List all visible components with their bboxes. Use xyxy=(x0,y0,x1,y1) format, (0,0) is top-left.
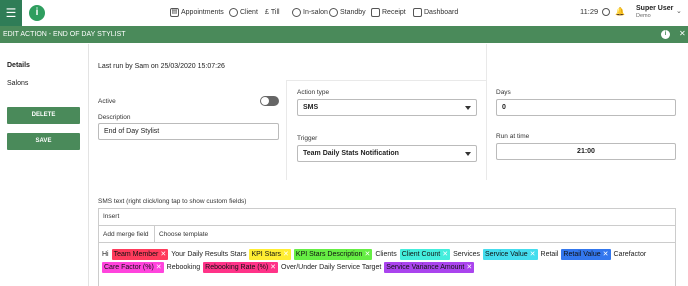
sms-text: Over/Under Daily Service Target xyxy=(281,264,382,271)
remove-field-icon[interactable]: ✕ xyxy=(603,249,609,260)
sidebar-item-salons[interactable]: Salons xyxy=(7,80,28,87)
divider xyxy=(486,44,487,180)
sidebar-divider xyxy=(88,44,89,286)
sms-text-token: Clients xyxy=(375,249,396,260)
calendar-icon: ▤ xyxy=(170,7,179,17)
info-icon[interactable]: i xyxy=(661,30,670,39)
days-input[interactable]: 0 xyxy=(496,99,676,116)
toolbar-divider xyxy=(154,226,155,243)
choose-template-button[interactable]: Choose template xyxy=(159,226,208,243)
merge-field-chip[interactable]: Care Factor (%) ✕ xyxy=(102,262,164,273)
divider xyxy=(286,80,287,180)
timer-icon xyxy=(329,7,338,17)
hamburger-menu-icon[interactable]: ☰ xyxy=(0,0,22,26)
printer-icon xyxy=(371,7,380,17)
merge-field-label: KPI Stars xyxy=(251,251,282,258)
run-at-input[interactable]: 21:00 xyxy=(496,143,676,160)
hand-icon xyxy=(292,7,301,17)
sms-text-token: Over/Under Daily Service Target xyxy=(281,262,381,273)
active-label: Active xyxy=(98,98,116,105)
caret-down-icon xyxy=(465,152,471,156)
clock: 11:29 xyxy=(580,7,599,16)
sms-text-label: SMS text (right click/long tap to show c… xyxy=(98,198,247,205)
action-type-label: Action type xyxy=(297,89,330,96)
app-logo[interactable]: i xyxy=(29,5,45,21)
sms-text-token: Carefactor xyxy=(614,249,647,260)
days-label: Days xyxy=(496,89,511,96)
merge-field-chip[interactable]: Client Count ✕ xyxy=(399,249,451,260)
save-button[interactable]: SAVE xyxy=(7,133,80,150)
trigger-select[interactable]: Team Daily Stats Notification xyxy=(297,145,477,162)
remove-field-icon[interactable]: ✕ xyxy=(466,262,472,273)
page-title: EDIT ACTION - END OF DAY STYLIST xyxy=(3,31,126,38)
sms-text: Clients xyxy=(375,251,397,258)
person-icon xyxy=(229,7,238,17)
trigger-label: Trigger xyxy=(297,135,318,142)
merge-field-chip[interactable]: Service Value ✕ xyxy=(482,249,538,260)
remove-field-icon[interactable]: ✕ xyxy=(156,262,162,273)
sms-text-token: Services xyxy=(453,249,480,260)
sms-text: Your Daily Results Stars xyxy=(171,251,247,258)
nav-dashboard[interactable]: Dashboard xyxy=(413,7,458,19)
close-icon[interactable]: ✕ xyxy=(679,29,686,38)
merge-field-chip[interactable]: Team Member ✕ xyxy=(111,249,169,260)
editor-menu-row xyxy=(99,209,675,226)
nav-receipt[interactable]: Receipt xyxy=(371,7,406,19)
chevron-down-icon[interactable]: ⌄ xyxy=(676,7,682,15)
action-type-select[interactable]: SMS xyxy=(297,99,477,116)
merge-field-label: Client Count xyxy=(401,251,441,258)
merge-field-label: Rebooking Rate (%) xyxy=(205,264,269,271)
nav-client[interactable]: Client xyxy=(229,7,258,19)
merge-field-label: Retail Value xyxy=(563,251,601,258)
pound-icon: £ xyxy=(265,9,269,16)
timer-status-icon[interactable] xyxy=(602,8,610,16)
toggle-knob xyxy=(261,97,269,105)
add-merge-field-button[interactable]: Add merge field xyxy=(103,226,149,243)
sms-text: Retail xyxy=(540,251,559,258)
remove-field-icon[interactable]: ✕ xyxy=(160,249,166,260)
merge-field-chip[interactable]: KPI Stars Description ✕ xyxy=(293,249,373,260)
nav-standby[interactable]: Standby xyxy=(329,7,366,19)
merge-field-chip[interactable]: Retail Value ✕ xyxy=(561,249,611,260)
nav-appointments[interactable]: ▤ Appointments xyxy=(170,7,224,19)
merge-field-chip[interactable]: KPI Stars ✕ xyxy=(249,249,291,260)
caret-down-icon xyxy=(465,106,471,110)
description-label: Description xyxy=(98,114,131,121)
user-subtitle: Demo xyxy=(636,13,651,19)
remove-field-icon[interactable]: ✕ xyxy=(530,249,536,260)
nav-in-salon[interactable]: In-salon xyxy=(292,7,328,19)
bell-icon[interactable]: 🔔 xyxy=(615,7,625,16)
user-name[interactable]: Super User xyxy=(636,5,673,12)
sms-text-token: Hi xyxy=(102,249,109,260)
remove-field-icon[interactable]: ✕ xyxy=(442,249,448,260)
sms-text-token: Retail xyxy=(541,249,559,260)
nav-till[interactable]: £ Till xyxy=(265,7,280,19)
last-run-text: Last run by Sam on 25/03/2020 15:07:26 xyxy=(98,63,225,70)
divider xyxy=(286,80,486,81)
sms-text-token: Your Daily Results Stars xyxy=(171,249,246,260)
sidebar-item-details[interactable]: Details xyxy=(7,62,30,69)
remove-field-icon[interactable]: ✕ xyxy=(283,249,289,260)
insert-menu[interactable]: Insert xyxy=(103,213,119,220)
sms-text: Services xyxy=(453,251,480,258)
merge-field-label: Team Member xyxy=(113,251,159,258)
active-toggle[interactable] xyxy=(260,96,279,106)
dashboard-icon xyxy=(413,7,422,17)
sms-text: Rebooking xyxy=(166,264,201,271)
sms-text: Hi xyxy=(102,251,109,258)
sms-text: Carefactor xyxy=(613,251,647,258)
merge-field-label: KPI Stars Description xyxy=(295,251,363,258)
remove-field-icon[interactable]: ✕ xyxy=(270,262,276,273)
remove-field-icon[interactable]: ✕ xyxy=(364,249,370,260)
merge-field-chip[interactable]: Service Variance Amount ✕ xyxy=(384,262,475,273)
merge-field-chip[interactable]: Rebooking Rate (%) ✕ xyxy=(203,262,279,273)
merge-field-label: Service Value xyxy=(484,251,528,258)
sms-text-token: Rebooking xyxy=(167,262,200,273)
description-input[interactable]: End of Day Stylist xyxy=(98,123,279,140)
merge-field-label: Service Variance Amount xyxy=(386,264,465,271)
run-at-label: Run at time xyxy=(496,133,530,140)
delete-button[interactable]: DELETE xyxy=(7,107,80,124)
merge-field-label: Care Factor (%) xyxy=(104,264,154,271)
